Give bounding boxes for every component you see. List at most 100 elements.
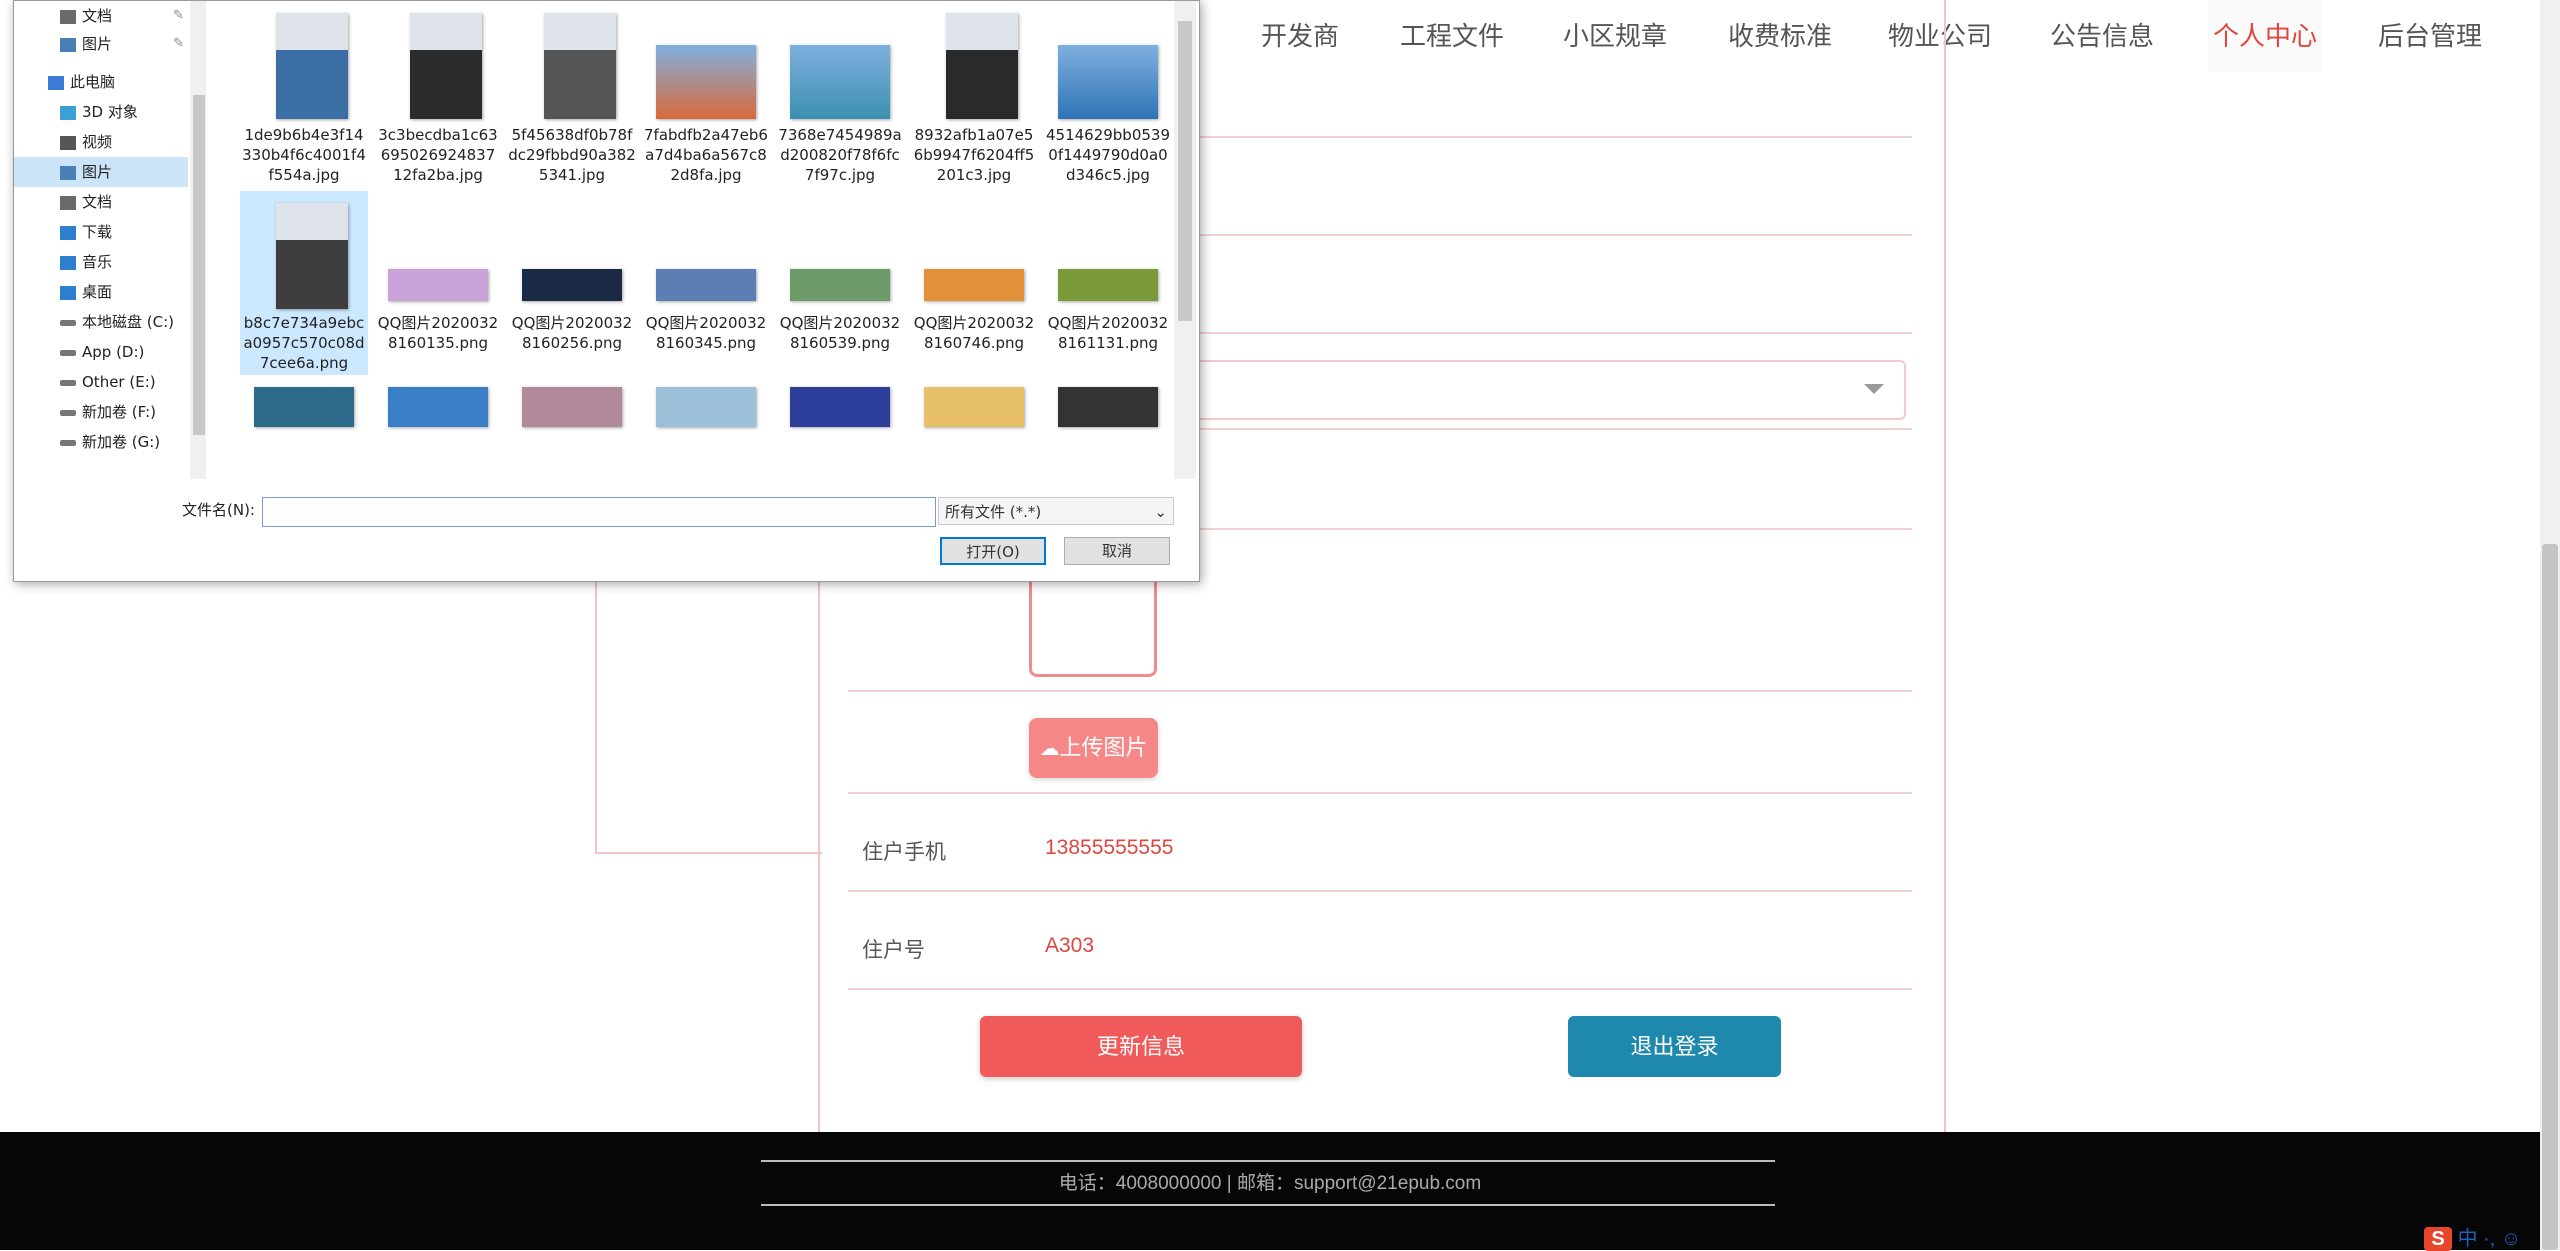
file-thumbnail [388, 387, 488, 427]
file-type-select[interactable]: 所有文件 (*.*) ⌄ [938, 497, 1174, 525]
tree-scrollbar-thumb[interactable] [193, 95, 205, 435]
file-tile[interactable]: 4514629bb05390f1449790d0a0d346c5.jpg [1044, 1, 1172, 185]
form-divider [848, 988, 1912, 990]
file-tile[interactable]: 8932afb1a07e56b9947f6204ff5201c3.jpg [910, 1, 1038, 185]
folder-tree-label: 图片 [82, 35, 113, 53]
update-info-button[interactable]: 更新信息 [980, 1016, 1302, 1077]
file-tile[interactable]: QQ图片20200328160135.png [374, 191, 502, 375]
phone-label: 住户手机 [862, 841, 946, 864]
file-tile[interactable]: 7368e7454989ad200820f78f6fc7f97c.jpg [776, 1, 904, 185]
folder-tree-label: App (D:) [82, 343, 145, 361]
file-open-dialog: 文档 ✎ 图片 ✎ 此电脑 3D 对象 视频 图片 文档 下载 音乐 桌面 本地磁盘 (C:) App (… [13, 0, 1200, 582]
file-tile[interactable] [240, 381, 368, 479]
filename-label: 文件名(N): [182, 501, 255, 519]
nav-item[interactable]: 后台管理 [2368, 0, 2492, 72]
cancel-button[interactable]: 取消 [1064, 537, 1170, 565]
drive-icon [60, 349, 76, 356]
folder-tree-item[interactable]: App (D:) [14, 337, 188, 367]
form-divider [848, 792, 1912, 794]
file-tile[interactable] [508, 381, 636, 479]
file-tile[interactable]: QQ图片20200328161131.png [1044, 191, 1172, 375]
folder-tree-item[interactable]: 新加卷 (G:) [14, 427, 188, 457]
documents-icon [60, 195, 76, 210]
file-name: 4514629bb05390f1449790d0a0d346c5.jpg [1045, 126, 1171, 184]
folder-tree-item[interactable]: 视频 [14, 127, 188, 157]
folder-tree-item[interactable]: 图片 ✎ [14, 29, 188, 59]
folder-tree-item[interactable]: Other (E:) [14, 367, 188, 397]
file-tile[interactable]: QQ图片20200328160539.png [776, 191, 904, 375]
folder-tree-item[interactable]: 音乐 [14, 247, 188, 277]
pictures-icon [60, 165, 76, 180]
file-name: QQ图片20200328160539.png [779, 314, 901, 352]
videos-icon [60, 135, 76, 150]
folder-tree-item[interactable]: 下载 [14, 217, 188, 247]
file-tile[interactable]: b8c7e734a9ebca0957c570c08d7cee6a.png [240, 191, 368, 375]
file-type-value: 所有文件 (*.*) [945, 503, 1042, 521]
nav-item[interactable]: 公告信息 [2040, 0, 2164, 72]
file-thumbnail [522, 387, 622, 427]
file-name: QQ图片20200328160135.png [377, 314, 499, 352]
file-thumbnail [1058, 269, 1158, 301]
pictures-icon [60, 37, 76, 52]
filename-input[interactable] [262, 497, 936, 527]
file-tile[interactable] [910, 381, 1038, 479]
file-name: 1de9b6b4e3f14330b4f6c4001f4f554a.jpg [242, 126, 366, 184]
chevron-down-icon [1864, 384, 1884, 394]
documents-icon [60, 9, 76, 24]
folder-tree-item[interactable]: 3D 对象 [14, 97, 188, 127]
file-grid: 1de9b6b4e3f14330b4f6c4001f4f554a.jpg 3c3b… [214, 1, 1174, 479]
folder-tree-item[interactable]: 文档 [14, 187, 188, 217]
file-name: 8932afb1a07e56b9947f6204ff5201c3.jpg [913, 126, 1035, 184]
folder-tree-item[interactable]: 新加卷 (F:) [14, 397, 188, 427]
file-name: b8c7e734a9ebca0957c570c08d7cee6a.png [243, 314, 365, 372]
file-name: 5f45638df0b78fdc29fbbd90a3825341.jpg [508, 126, 636, 184]
footer-contact: 电话：4008000000 | 邮箱：support@21epub.com [1058, 1173, 1482, 1194]
file-thumbnail [254, 387, 354, 427]
folder-tree-item[interactable]: 图片 [14, 157, 188, 187]
footer-divider [761, 1204, 1775, 1206]
file-tile[interactable] [374, 381, 502, 479]
file-thumbnail [946, 13, 1018, 119]
file-tile[interactable]: 5f45638df0b78fdc29fbbd90a3825341.jpg [508, 1, 636, 185]
file-tile[interactable] [1044, 381, 1172, 479]
folder-tree-item[interactable]: 此电脑 [14, 67, 188, 97]
file-tile[interactable]: 3c3becdba1c63695026924837 12fa2ba.jpg [374, 1, 502, 185]
cloud-upload-icon: ☁ [1039, 738, 1060, 760]
file-tile[interactable]: 1de9b6b4e3f14330b4f6c4001f4f554a.jpg [240, 1, 368, 185]
file-thumbnail [410, 13, 482, 119]
folder-tree-item[interactable]: 本地磁盘 (C:) [14, 307, 188, 337]
file-thumbnail [790, 387, 890, 427]
file-name: 7368e7454989ad200820f78f6fc7f97c.jpg [778, 126, 902, 184]
nav-item[interactable]: 个人中心 [2208, 0, 2322, 72]
open-button[interactable]: 打开(O) [940, 537, 1046, 565]
folder-tree-item[interactable]: 文档 ✎ [14, 1, 188, 31]
logout-button[interactable]: 退出登录 [1568, 1016, 1781, 1077]
file-tile[interactable]: QQ图片20200328160746.png [910, 191, 1038, 375]
file-tile[interactable] [642, 381, 770, 479]
music-icon [60, 255, 76, 270]
grid-scrollbar-thumb[interactable] [1178, 21, 1192, 321]
file-thumbnail [656, 387, 756, 427]
folder-tree-label: 新加卷 (G:) [82, 433, 161, 451]
ime-indicator[interactable]: S 中 ·, ☺ [2424, 1222, 2521, 1251]
form-divider [848, 890, 1912, 892]
form-divider [848, 690, 1912, 692]
folder-tree-item[interactable]: 桌面 [14, 277, 188, 307]
folder-tree-label: Other (E:) [82, 373, 156, 391]
file-tile[interactable]: QQ图片20200328160345.png [642, 191, 770, 375]
file-tile[interactable] [776, 381, 904, 479]
file-thumbnail [1058, 387, 1158, 427]
room-value: A303 [1045, 934, 1095, 957]
upload-image-button[interactable]: ☁上传图片 [1029, 718, 1158, 778]
sogou-icon: S [2424, 1227, 2452, 1251]
chevron-down-icon: ⌄ [1154, 503, 1167, 521]
drive-icon [60, 379, 76, 386]
pin-icon: ✎ [173, 8, 184, 23]
file-tile[interactable]: 7fabdfb2a47eb6a7d4ba6a567c82d8fa.jpg [642, 1, 770, 185]
folder-tree-label: 音乐 [82, 253, 113, 271]
room-label: 住户号 [862, 939, 925, 962]
folder-tree-label: 新加卷 (F:) [82, 403, 156, 421]
file-tile[interactable]: QQ图片20200328160256.png [508, 191, 636, 375]
page-scrollbar-thumb[interactable] [2542, 544, 2558, 1250]
footer-divider [761, 1160, 1775, 1162]
